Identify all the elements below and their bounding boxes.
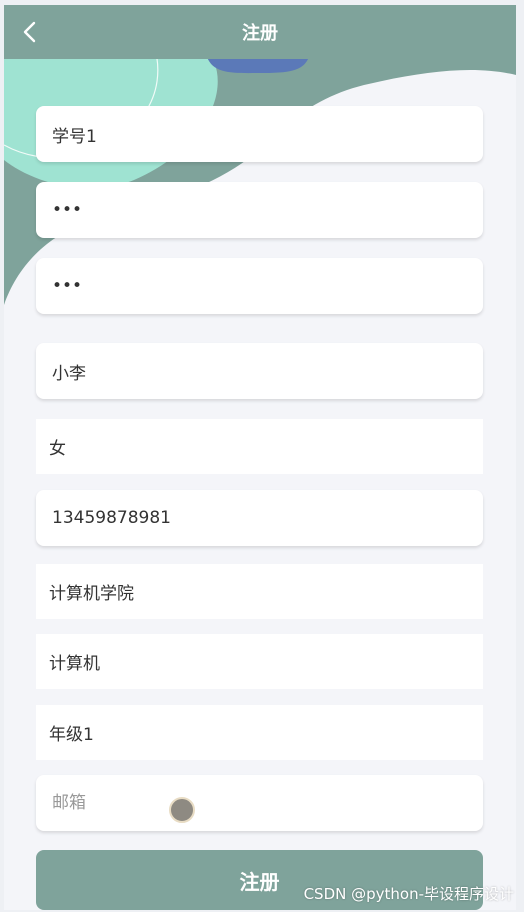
college-field[interactable] (36, 564, 483, 619)
name-input[interactable] (36, 343, 483, 399)
grade-input[interactable] (36, 705, 483, 760)
password-field[interactable] (36, 182, 483, 238)
confirm-password-field[interactable] (36, 258, 483, 314)
major-input[interactable] (36, 634, 483, 689)
college-input[interactable] (36, 564, 483, 619)
phone-field[interactable] (36, 490, 483, 546)
watermark: CSDN @python-毕设程序设计 (303, 885, 514, 903)
student-id-input[interactable] (36, 106, 483, 162)
page-title: 注册 (242, 23, 278, 44)
email-field[interactable] (36, 775, 483, 831)
register-screen: 注册 注册 (4, 5, 516, 910)
gender-input[interactable] (36, 419, 483, 474)
confirm-password-input[interactable] (36, 258, 483, 314)
major-field[interactable] (36, 634, 483, 689)
touch-cursor-indicator (169, 797, 195, 823)
grade-field[interactable] (36, 705, 483, 760)
password-input[interactable] (36, 182, 483, 238)
gender-field[interactable] (36, 419, 483, 474)
email-input[interactable] (36, 775, 483, 831)
phone-input[interactable] (36, 490, 483, 546)
student-id-field[interactable] (36, 106, 483, 162)
top-navbar: 注册 (4, 5, 516, 59)
name-field[interactable] (36, 343, 483, 399)
